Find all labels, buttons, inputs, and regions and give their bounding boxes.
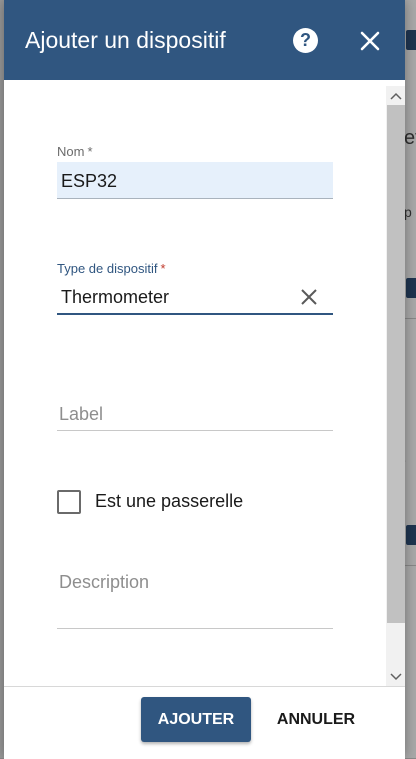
- scrollbar-thumb[interactable]: [387, 105, 405, 623]
- background-icon: [406, 278, 416, 298]
- label-input[interactable]: Label: [57, 396, 333, 431]
- description-placeholder: Description: [59, 572, 150, 592]
- background-text-fragment: p: [404, 204, 412, 220]
- device-type-input[interactable]: Thermometer: [57, 280, 333, 315]
- device-type-label: Type de dispositif *: [57, 261, 166, 276]
- add-button[interactable]: AJOUTER: [141, 697, 251, 742]
- background-icon: [406, 525, 416, 545]
- close-icon[interactable]: [358, 29, 382, 53]
- background-text-fragment: ev: [404, 127, 416, 149]
- gateway-checkbox-label: Est une passerelle: [95, 491, 244, 511]
- chevron-up-icon[interactable]: [388, 90, 404, 104]
- label-placeholder: Label: [59, 404, 104, 424]
- name-input[interactable]: ESP32: [57, 162, 333, 199]
- dialog-footer: AJOUTER ANNULER: [4, 686, 405, 759]
- add-device-dialog: Ajouter un dispositif ? Nom * ESP32 Type …: [4, 0, 405, 759]
- help-icon[interactable]: ?: [293, 28, 318, 53]
- dialog-title: Ajouter un dispositif: [25, 27, 226, 53]
- gateway-checkbox[interactable]: [57, 490, 81, 514]
- cancel-button[interactable]: ANNULER: [270, 697, 362, 742]
- chevron-down-icon[interactable]: [388, 669, 404, 683]
- name-label: Nom *: [57, 144, 93, 159]
- description-input[interactable]: Description: [57, 564, 333, 629]
- background-icon: [406, 30, 416, 50]
- dialog-header: Ajouter un dispositif ?: [4, 0, 405, 80]
- clear-icon[interactable]: [300, 288, 318, 306]
- name-input-value: ESP32: [61, 171, 118, 191]
- device-type-value: Thermometer: [61, 287, 170, 307]
